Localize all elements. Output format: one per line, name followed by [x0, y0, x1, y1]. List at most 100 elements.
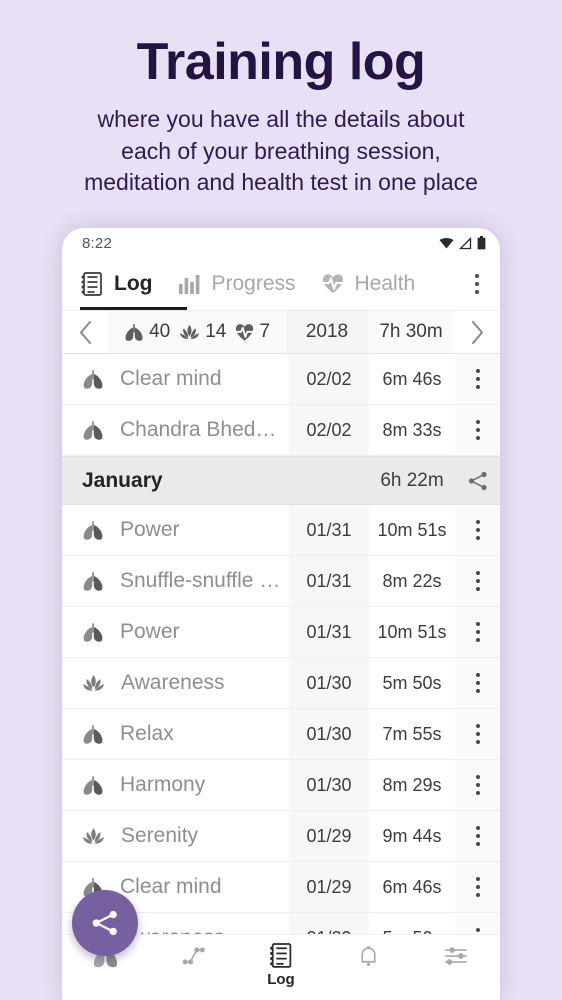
- tab-log[interactable]: Log: [80, 258, 152, 310]
- dot: [475, 622, 480, 626]
- row-name: Power: [120, 518, 180, 541]
- dot: [475, 877, 480, 881]
- tab-progress[interactable]: Progress: [178, 258, 296, 310]
- summary-stats: 40 14 7: [108, 311, 286, 353]
- more-options-icon[interactable]: [462, 262, 492, 306]
- status-clock: 8:22: [82, 234, 112, 252]
- table-row[interactable]: Snuffle-snuffle … 01/31 8m 22s: [62, 556, 500, 607]
- table-row[interactable]: Serenity 01/29 9m 44s: [62, 811, 500, 862]
- row-duration: 7m 55s: [369, 709, 455, 759]
- row-name: Clear mind: [120, 875, 222, 898]
- row-overflow-icon[interactable]: [455, 709, 500, 759]
- row-name-cell: Harmony: [62, 760, 289, 810]
- dot: [475, 783, 480, 787]
- row-name-cell: Chandra Bhed…: [62, 405, 289, 455]
- dot: [475, 587, 480, 591]
- lotus-icon: [82, 827, 105, 846]
- row-duration: 6m 46s: [369, 862, 455, 912]
- tab-health[interactable]: Health: [322, 258, 415, 310]
- progress-dots-icon: [180, 943, 207, 969]
- dot: [475, 885, 480, 889]
- previous-year-button[interactable]: [62, 311, 108, 353]
- lungs-icon: [82, 520, 104, 541]
- row-overflow-icon[interactable]: [455, 862, 500, 912]
- log-list-icon: [80, 271, 103, 297]
- row-overflow-icon[interactable]: [455, 607, 500, 657]
- dot: [475, 724, 480, 728]
- table-row[interactable]: Power 01/31 10m 51s: [62, 607, 500, 658]
- phone-mockup: 8:22 Log Progress Health 40 14 7 2018 7h…: [62, 228, 500, 1000]
- share-icon: [90, 908, 120, 938]
- row-date: 01/30: [289, 709, 369, 759]
- month-header-row: January 6h 22m: [62, 456, 500, 505]
- dot: [475, 791, 480, 795]
- nav-item-progress[interactable]: [150, 941, 238, 971]
- signal-icon: [459, 236, 472, 250]
- share-fab-button[interactable]: [72, 890, 138, 956]
- table-row[interactable]: Harmony 01/30 8m 29s: [62, 760, 500, 811]
- row-name: Snuffle-snuffle …: [120, 569, 281, 592]
- row-duration: 6m 46s: [369, 354, 455, 404]
- row-overflow-icon[interactable]: [455, 760, 500, 810]
- row-overflow-icon[interactable]: [455, 556, 500, 606]
- table-row[interactable]: Relax 01/30 7m 55s: [62, 709, 500, 760]
- share-icon[interactable]: [455, 457, 500, 504]
- row-overflow-icon[interactable]: [455, 811, 500, 861]
- nav-item-log-label: Log: [267, 971, 295, 988]
- training-log-list: Clear mind 02/02 6m 46s Chandra Bhed… 02…: [62, 354, 500, 964]
- table-row[interactable]: Awareness 01/30 5m 50s: [62, 658, 500, 709]
- promo-header: Training log where you have all the deta…: [0, 0, 562, 199]
- promo-subtitle-line-1: where you have all the details about: [97, 106, 465, 132]
- row-name: Clear mind: [120, 367, 222, 390]
- row-overflow-icon[interactable]: [455, 658, 500, 708]
- nav-item-settings[interactable]: [412, 941, 500, 971]
- dot: [475, 290, 479, 294]
- next-year-button[interactable]: [454, 311, 500, 353]
- row-date: 02/02: [289, 405, 369, 455]
- dot: [475, 420, 480, 424]
- row-name: Power: [120, 620, 180, 643]
- dot: [475, 520, 480, 524]
- status-bar: 8:22: [62, 228, 500, 258]
- table-row[interactable]: Power 01/31 10m 51s: [62, 505, 500, 556]
- status-system-icons: [439, 236, 486, 250]
- lotus-icon: [179, 324, 200, 341]
- row-duration: 8m 33s: [369, 405, 455, 455]
- month-name: January: [82, 468, 163, 492]
- summary-health-count: 7: [259, 321, 270, 342]
- nav-item-reminders[interactable]: [325, 941, 413, 971]
- row-name-cell: Clear mind: [62, 354, 289, 404]
- row-date: 01/29: [289, 862, 369, 912]
- dot: [475, 274, 479, 278]
- bar-chart-icon: [178, 274, 200, 294]
- dot: [475, 928, 480, 932]
- dot: [475, 377, 480, 381]
- lungs-icon: [82, 571, 104, 592]
- bell-icon: [356, 943, 381, 969]
- log-list-icon: [268, 943, 293, 969]
- row-name-cell: Relax: [62, 709, 289, 759]
- row-name-cell: Power: [62, 505, 289, 555]
- row-date: 01/31: [289, 505, 369, 555]
- dot: [475, 689, 480, 693]
- row-duration: 5m 50s: [369, 658, 455, 708]
- row-duration: 9m 44s: [369, 811, 455, 861]
- dot: [475, 681, 480, 685]
- row-date: 01/31: [289, 556, 369, 606]
- lungs-icon: [82, 724, 104, 745]
- lungs-icon: [82, 420, 104, 441]
- row-name-cell: Awareness: [62, 658, 289, 708]
- dot: [475, 369, 480, 373]
- row-overflow-icon[interactable]: [455, 505, 500, 555]
- dot: [475, 536, 480, 540]
- page-title: Training log: [136, 33, 426, 91]
- dot: [475, 732, 480, 736]
- row-overflow-icon[interactable]: [455, 354, 500, 404]
- tab-bar: Log Progress Health: [62, 258, 500, 310]
- table-row[interactable]: Clear mind 02/02 6m 46s: [62, 354, 500, 405]
- nav-item-log[interactable]: Log: [237, 941, 325, 988]
- table-row[interactable]: Chandra Bhed… 02/02 8m 33s: [62, 405, 500, 456]
- dot: [475, 775, 480, 779]
- dot: [475, 893, 480, 897]
- row-overflow-icon[interactable]: [455, 405, 500, 455]
